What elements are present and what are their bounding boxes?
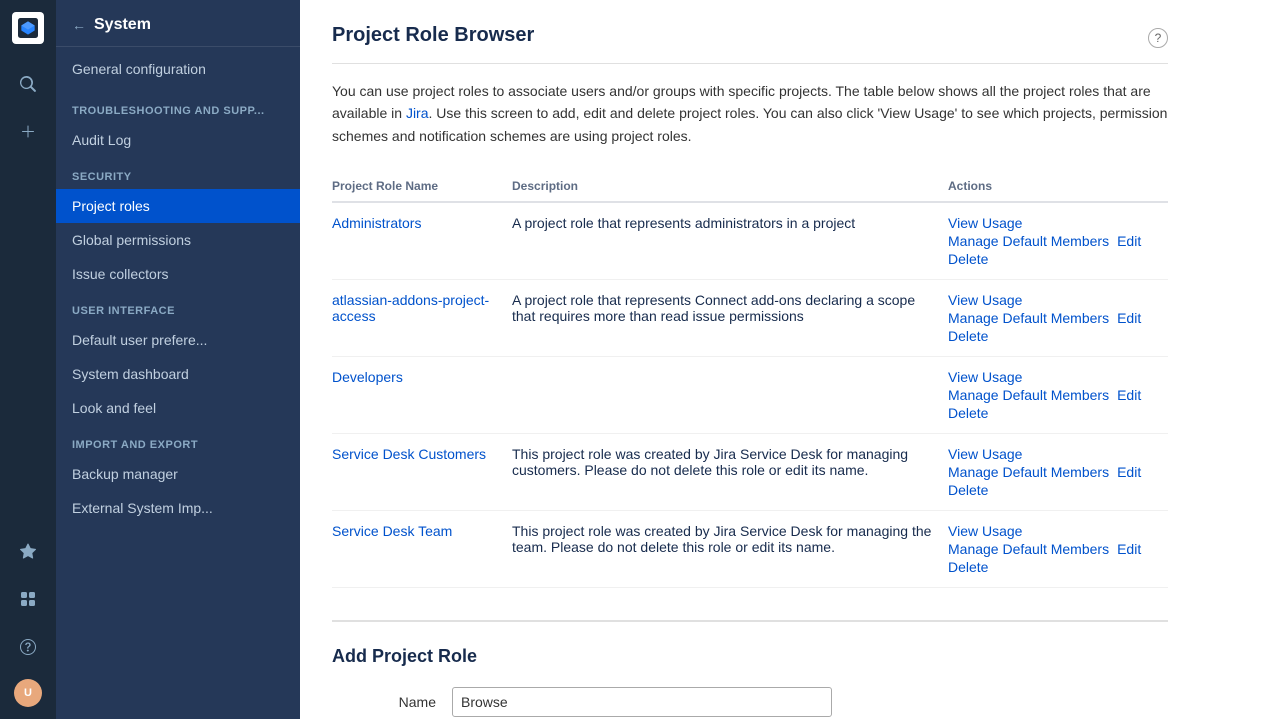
delete-role-link[interactable]: Delete [948, 482, 1156, 498]
sidebar: ← System General configuration TROUBLESH… [56, 0, 300, 719]
edit-role-link[interactable]: Edit [1117, 233, 1141, 249]
table-header-row: Project Role Name Description Actions [332, 171, 1168, 202]
role-name-link[interactable]: Service Desk Customers [332, 446, 486, 462]
search-nav-icon[interactable] [12, 68, 44, 100]
sidebar-item-general-configuration[interactable]: General configuration [56, 47, 300, 91]
sidebar-item-issue-collectors[interactable]: Issue collectors [56, 257, 300, 291]
delete-role-link[interactable]: Delete [948, 328, 1156, 344]
sidebar-section-user-interface: USER INTERFACE [56, 291, 300, 323]
manage-default-members-link[interactable]: Manage Default Members [948, 387, 1109, 403]
sidebar-item-look-and-feel[interactable]: Look and feel [56, 391, 300, 425]
role-actions: View Usage Manage Default Members Edit Dele… [948, 511, 1168, 588]
col-header-actions: Actions [948, 171, 1168, 202]
sidebar-section-troubleshooting: TROUBLESHOOTING AND SUPP... [56, 91, 300, 123]
manage-default-members-link[interactable]: Manage Default Members [948, 541, 1109, 557]
sidebar-item-project-roles[interactable]: Project roles [56, 189, 300, 223]
view-usage-link[interactable]: View Usage [948, 523, 1156, 539]
view-usage-link[interactable]: View Usage [948, 292, 1156, 308]
role-name-link[interactable]: atlassian-addons-project-access [332, 292, 489, 324]
role-description: A project role that represents administr… [512, 202, 948, 280]
role-description: A project role that represents Connect a… [512, 280, 948, 357]
jira-link[interactable]: Jira [406, 105, 429, 121]
name-input[interactable] [452, 687, 832, 717]
star-nav-icon[interactable] [12, 535, 44, 567]
delete-role-link[interactable]: Delete [948, 251, 1156, 267]
view-usage-link[interactable]: View Usage [948, 369, 1156, 385]
view-usage-link[interactable]: View Usage [948, 215, 1156, 231]
edit-role-link[interactable]: Edit [1117, 541, 1141, 557]
sidebar-item-default-user-prefs[interactable]: Default user prefere... [56, 323, 300, 357]
help-nav-icon[interactable] [12, 631, 44, 663]
role-actions: View Usage Manage Default Members Edit Dele… [948, 357, 1168, 434]
table-row: Developers View Usage Manage Default Membe… [332, 357, 1168, 434]
role-description: This project role was created by Jira Se… [512, 511, 948, 588]
manage-default-members-link[interactable]: Manage Default Members [948, 464, 1109, 480]
help-icon[interactable]: ? [1148, 28, 1168, 48]
edit-role-link[interactable]: Edit [1117, 310, 1141, 326]
role-name-link[interactable]: Administrators [332, 215, 421, 231]
table-row: Service Desk Customers This project role … [332, 434, 1168, 511]
table-row: Administrators A project role that repres… [332, 202, 1168, 280]
app-logo[interactable] [12, 12, 44, 44]
add-section-title: Add Project Role [332, 646, 1168, 667]
sidebar-section-security: SECURITY [56, 157, 300, 189]
col-header-description: Description [512, 171, 948, 202]
back-button[interactable]: ← [72, 17, 86, 33]
edit-role-link[interactable]: Edit [1117, 464, 1141, 480]
col-header-name: Project Role Name [332, 171, 512, 202]
sidebar-item-external-system-import[interactable]: External System Imp... [56, 491, 300, 525]
role-actions: View Usage Manage Default Members Edit Dele… [948, 434, 1168, 511]
sidebar-item-audit-log[interactable]: Audit Log [56, 123, 300, 157]
manage-default-members-link[interactable]: Manage Default Members [948, 233, 1109, 249]
add-project-role-section: Add Project Role Name Description Add Pr… [332, 620, 1168, 719]
view-usage-link[interactable]: View Usage [948, 446, 1156, 462]
manage-default-members-link[interactable]: Manage Default Members [948, 310, 1109, 326]
sidebar-section-import-export: IMPORT AND EXPORT [56, 425, 300, 457]
page-title-row: Project Role Browser ? [332, 24, 1168, 64]
page-description: You can use project roles to associate u… [332, 80, 1168, 147]
role-description [512, 357, 948, 434]
page-title: Project Role Browser [332, 24, 534, 47]
table-row: atlassian-addons-project-access A project… [332, 280, 1168, 357]
table-row: Service Desk Team This project role was c… [332, 511, 1168, 588]
role-actions: View Usage Manage Default Members Edit Dele… [948, 280, 1168, 357]
delete-role-link[interactable]: Delete [948, 559, 1156, 575]
sidebar-header: ← System [56, 0, 300, 47]
sidebar-item-backup-manager[interactable]: Backup manager [56, 457, 300, 491]
role-description: This project role was created by Jira Se… [512, 434, 948, 511]
grid-nav-icon[interactable] [12, 583, 44, 615]
app-nav: U [0, 0, 56, 719]
name-form-row: Name [332, 687, 1168, 717]
delete-role-link[interactable]: Delete [948, 405, 1156, 421]
name-label: Name [332, 694, 452, 710]
project-roles-table: Project Role Name Description Actions Ad… [332, 171, 1168, 588]
sidebar-item-global-permissions[interactable]: Global permissions [56, 223, 300, 257]
sidebar-item-system-dashboard[interactable]: System dashboard [56, 357, 300, 391]
main-content: Project Role Browser ? You can use proje… [300, 0, 1266, 719]
role-name-link[interactable]: Developers [332, 369, 403, 385]
role-actions: View Usage Manage Default Members Edit Dele… [948, 202, 1168, 280]
sidebar-title: System [94, 16, 151, 34]
role-name-link[interactable]: Service Desk Team [332, 523, 452, 539]
create-nav-icon[interactable] [12, 116, 44, 148]
avatar[interactable]: U [14, 679, 42, 707]
edit-role-link[interactable]: Edit [1117, 387, 1141, 403]
